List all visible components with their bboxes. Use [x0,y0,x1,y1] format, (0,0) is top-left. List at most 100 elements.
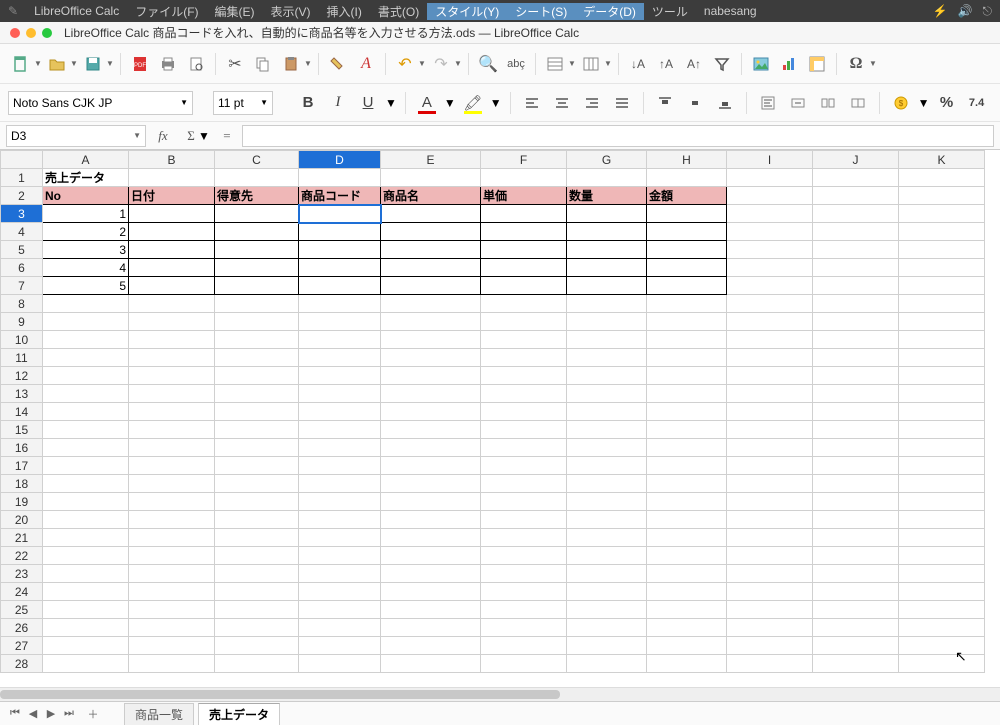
cell-E13[interactable] [381,385,481,403]
tab-nav-first[interactable]: ⏮ [6,707,24,720]
cell-J18[interactable] [813,475,899,493]
cell-A21[interactable] [43,529,129,547]
find-button[interactable]: 🔍 [475,51,501,77]
valign-bottom-button[interactable] [712,90,738,116]
cell-D26[interactable] [299,619,381,637]
cell-I14[interactable] [727,403,813,421]
save-button[interactable] [80,51,106,77]
row-header-22[interactable]: 22 [1,547,43,565]
highlight-button[interactable]: 🖍 [460,90,486,116]
cell-G15[interactable] [567,421,647,439]
cell-K11[interactable] [899,349,985,367]
cell-K19[interactable] [899,493,985,511]
cell-F4[interactable] [481,223,567,241]
cell-K12[interactable] [899,367,985,385]
cell-K13[interactable] [899,385,985,403]
row-header-17[interactable]: 17 [1,457,43,475]
cell-A11[interactable] [43,349,129,367]
cell-H5[interactable] [647,241,727,259]
cell-I3[interactable] [727,205,813,223]
cell-F28[interactable] [481,655,567,673]
cell-A13[interactable] [43,385,129,403]
row-header-4[interactable]: 4 [1,223,43,241]
cell-G16[interactable] [567,439,647,457]
minimize-window-button[interactable] [26,28,36,38]
cell-D2[interactable]: 商品コード [299,187,381,205]
cell-I12[interactable] [727,367,813,385]
cell-J5[interactable] [813,241,899,259]
italic-button[interactable]: I [325,90,351,116]
cell-E26[interactable] [381,619,481,637]
cell-A6[interactable]: 4 [43,259,129,277]
cell-D19[interactable] [299,493,381,511]
cell-B8[interactable] [129,295,215,313]
cell-B5[interactable] [129,241,215,259]
cell-G24[interactable] [567,583,647,601]
cell-H18[interactable] [647,475,727,493]
row-header-26[interactable]: 26 [1,619,43,637]
cell-K7[interactable] [899,277,985,295]
cell-I21[interactable] [727,529,813,547]
cell-B17[interactable] [129,457,215,475]
cell-D3[interactable] [299,205,381,223]
cell-A23[interactable] [43,565,129,583]
cell-D28[interactable] [299,655,381,673]
row-header-19[interactable]: 19 [1,493,43,511]
formula-input[interactable] [242,125,994,147]
cell-C21[interactable] [215,529,299,547]
cell-G5[interactable] [567,241,647,259]
cell-E7[interactable] [381,277,481,295]
cell-J8[interactable] [813,295,899,313]
merge-cells-button[interactable] [785,90,811,116]
cell-D24[interactable] [299,583,381,601]
image-button[interactable] [748,51,774,77]
cell-D23[interactable] [299,565,381,583]
col-header-B[interactable]: B [129,151,215,169]
save-dropdown[interactable]: ▼ [106,59,114,68]
row-header-23[interactable]: 23 [1,565,43,583]
cell-D15[interactable] [299,421,381,439]
row-header-5[interactable]: 5 [1,241,43,259]
cell-G19[interactable] [567,493,647,511]
cell-E28[interactable] [381,655,481,673]
cell-J6[interactable] [813,259,899,277]
row-header-21[interactable]: 21 [1,529,43,547]
sort-button[interactable]: A↑ [681,51,707,77]
cell-G4[interactable] [567,223,647,241]
cell-G28[interactable] [567,655,647,673]
cell-H7[interactable] [647,277,727,295]
cell-J17[interactable] [813,457,899,475]
cell-F23[interactable] [481,565,567,583]
chart-button[interactable] [776,51,802,77]
cell-A22[interactable] [43,547,129,565]
cell-H21[interactable] [647,529,727,547]
cell-H28[interactable] [647,655,727,673]
cell-G3[interactable] [567,205,647,223]
col-header-G[interactable]: G [567,151,647,169]
menu-user[interactable]: nabesang [696,4,765,18]
cell-I4[interactable] [727,223,813,241]
cell-G17[interactable] [567,457,647,475]
cell-A18[interactable] [43,475,129,493]
cell-J26[interactable] [813,619,899,637]
cell-I7[interactable] [727,277,813,295]
unmerge-button[interactable] [815,90,841,116]
cell-I18[interactable] [727,475,813,493]
col-header-A[interactable]: A [43,151,129,169]
cell-H27[interactable] [647,637,727,655]
cell-A15[interactable] [43,421,129,439]
cell-G11[interactable] [567,349,647,367]
paste-button[interactable] [278,51,304,77]
cell-D27[interactable] [299,637,381,655]
cell-A9[interactable] [43,313,129,331]
cell-A28[interactable] [43,655,129,673]
redo-button[interactable]: ↷ [428,51,454,77]
cell-J10[interactable] [813,331,899,349]
col-header-H[interactable]: H [647,151,727,169]
cell-K28[interactable] [899,655,985,673]
cell-H6[interactable] [647,259,727,277]
cell-F3[interactable] [481,205,567,223]
col-header-E[interactable]: E [381,151,481,169]
cell-J13[interactable] [813,385,899,403]
cell-I9[interactable] [727,313,813,331]
